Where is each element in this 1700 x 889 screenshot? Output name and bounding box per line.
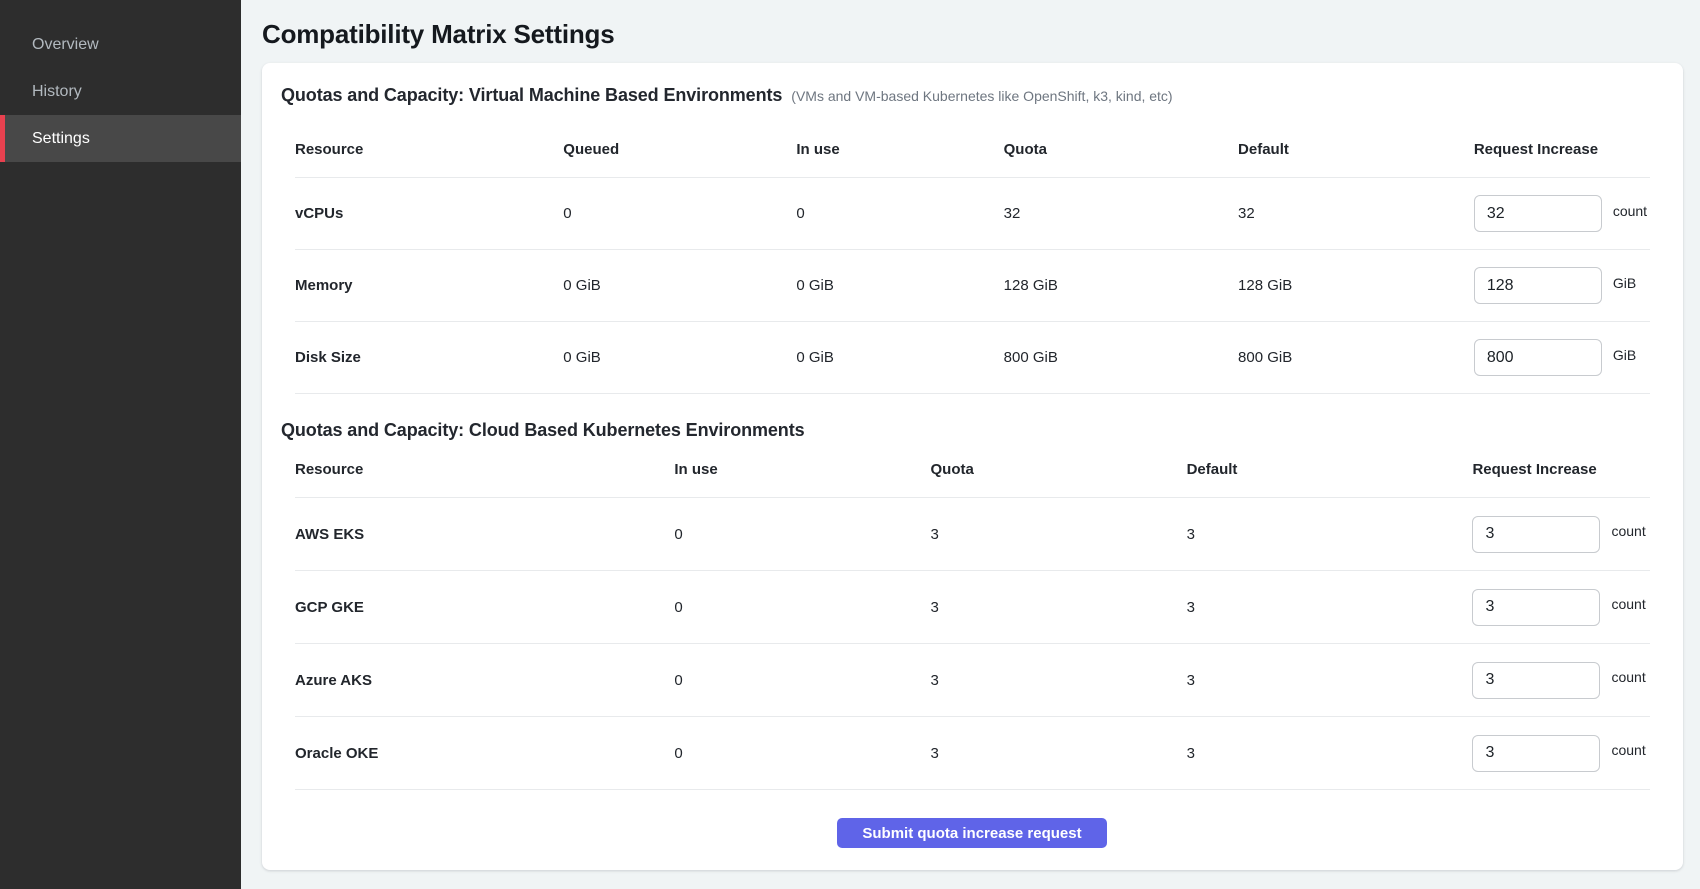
sidebar-nav: Overview History Settings	[0, 21, 241, 162]
resource-name: vCPUs	[295, 205, 563, 222]
table-row-azure-aks: Azure AKS033count	[295, 644, 1650, 717]
column-header-resource: Resource	[295, 141, 563, 158]
cell-quota: 3	[930, 672, 1186, 689]
table-header-row: ResourceQueuedIn useQuotaDefaultRequest …	[295, 122, 1650, 178]
unit-label: count	[1613, 203, 1647, 219]
request-increase-cell: count	[1472, 589, 1650, 626]
sidebar-item-history[interactable]: History	[0, 68, 241, 115]
cell-default: 128 GiB	[1238, 277, 1474, 294]
request-increase-input[interactable]	[1474, 267, 1602, 304]
column-header-in-use: In use	[796, 141, 1003, 158]
cell-quota: 800 GiB	[1004, 349, 1238, 366]
cloud-quota-table: ResourceIn useQuotaDefaultRequest Increa…	[295, 442, 1650, 790]
table-row-gcp-gke: GCP GKE033count	[295, 571, 1650, 644]
resource-name: AWS EKS	[295, 526, 674, 543]
cloud-quota-section: Quotas and Capacity: Cloud Based Kuberne…	[281, 418, 1663, 790]
unit-label: count	[1611, 596, 1645, 612]
column-header-request-increase: Request Increase	[1472, 461, 1650, 478]
column-header-default: Default	[1238, 141, 1474, 158]
column-header-quota: Quota	[1004, 141, 1238, 158]
cell-default: 3	[1187, 599, 1473, 616]
sidebar-item-overview[interactable]: Overview	[0, 21, 241, 68]
request-increase-input[interactable]	[1472, 589, 1600, 626]
submit-quota-increase-button[interactable]: Submit quota increase request	[837, 818, 1106, 848]
table-row-disk-size: Disk Size0 GiB0 GiB800 GiB800 GiBGiB	[295, 322, 1650, 394]
table-row-vcpus: vCPUs003232count	[295, 178, 1650, 250]
cell-default: 3	[1187, 526, 1473, 543]
submit-row: Submit quota increase request	[281, 818, 1663, 848]
column-header-in-use: In use	[674, 461, 930, 478]
settings-card: Quotas and Capacity: Virtual Machine Bas…	[262, 63, 1683, 870]
table-row-aws-eks: AWS EKS033count	[295, 498, 1650, 571]
sidebar-item-label: History	[32, 83, 82, 101]
cell-default: 3	[1187, 745, 1473, 762]
section-header: Quotas and Capacity: Cloud Based Kuberne…	[281, 418, 1663, 442]
request-increase-cell: count	[1472, 735, 1650, 772]
main-content: Compatibility Matrix Settings Quotas and…	[241, 0, 1700, 889]
resource-name: GCP GKE	[295, 599, 674, 616]
cell-in-use: 0 GiB	[796, 349, 1003, 366]
column-header-request-increase: Request Increase	[1474, 141, 1650, 158]
column-header-queued: Queued	[563, 141, 796, 158]
request-increase-input[interactable]	[1474, 195, 1602, 232]
request-increase-cell: count	[1472, 516, 1650, 553]
cell-in-use: 0	[674, 672, 930, 689]
request-increase-input[interactable]	[1472, 516, 1600, 553]
resource-name: Oracle OKE	[295, 745, 674, 762]
request-increase-input[interactable]	[1474, 339, 1602, 376]
cell-queued: 0 GiB	[563, 277, 796, 294]
unit-label: count	[1611, 669, 1645, 685]
column-header-resource: Resource	[295, 461, 674, 478]
sidebar-item-label: Overview	[32, 36, 99, 54]
sidebar-item-settings[interactable]: Settings	[0, 115, 241, 162]
sidebar: Overview History Settings	[0, 0, 241, 889]
section-subtitle: (VMs and VM-based Kubernetes like OpenSh…	[791, 84, 1172, 108]
cell-queued: 0	[563, 205, 796, 222]
cell-in-use: 0 GiB	[796, 277, 1003, 294]
request-increase-input[interactable]	[1472, 735, 1600, 772]
section-header: Quotas and Capacity: Virtual Machine Bas…	[281, 83, 1663, 108]
vm-quota-table: ResourceQueuedIn useQuotaDefaultRequest …	[295, 122, 1650, 394]
table-header-row: ResourceIn useQuotaDefaultRequest Increa…	[295, 442, 1650, 498]
request-increase-cell: GiB	[1474, 339, 1650, 376]
cell-in-use: 0	[674, 599, 930, 616]
unit-label: count	[1611, 523, 1645, 539]
sidebar-item-label: Settings	[32, 130, 90, 148]
request-increase-cell: count	[1474, 195, 1650, 232]
cell-quota: 128 GiB	[1004, 277, 1238, 294]
column-header-quota: Quota	[930, 461, 1186, 478]
cell-in-use: 0	[674, 745, 930, 762]
request-increase-input[interactable]	[1472, 662, 1600, 699]
unit-label: GiB	[1613, 275, 1636, 291]
page-title: Compatibility Matrix Settings	[262, 20, 1700, 48]
cell-quota: 3	[930, 745, 1186, 762]
vm-quota-section: Quotas and Capacity: Virtual Machine Bas…	[281, 63, 1663, 394]
column-header-default: Default	[1187, 461, 1473, 478]
cell-quota: 3	[930, 526, 1186, 543]
table-body: vCPUs003232countMemory0 GiB0 GiB128 GiB1…	[295, 178, 1650, 394]
cell-default: 800 GiB	[1238, 349, 1474, 366]
cell-quota: 32	[1004, 205, 1238, 222]
resource-name: Azure AKS	[295, 672, 674, 689]
section-heading: Quotas and Capacity: Virtual Machine Bas…	[281, 83, 782, 107]
resource-name: Memory	[295, 277, 563, 294]
request-increase-cell: count	[1472, 662, 1650, 699]
unit-label: GiB	[1613, 347, 1636, 363]
cell-in-use: 0	[796, 205, 1003, 222]
table-row-memory: Memory0 GiB0 GiB128 GiB128 GiBGiB	[295, 250, 1650, 322]
table-row-oracle-oke: Oracle OKE033count	[295, 717, 1650, 790]
cell-queued: 0 GiB	[563, 349, 796, 366]
cell-default: 3	[1187, 672, 1473, 689]
cell-in-use: 0	[674, 526, 930, 543]
section-heading: Quotas and Capacity: Cloud Based Kuberne…	[281, 418, 805, 442]
cell-default: 32	[1238, 205, 1474, 222]
request-increase-cell: GiB	[1474, 267, 1650, 304]
resource-name: Disk Size	[295, 349, 563, 366]
unit-label: count	[1611, 742, 1645, 758]
cell-quota: 3	[930, 599, 1186, 616]
table-body: AWS EKS033countGCP GKE033countAzure AKS0…	[295, 498, 1650, 790]
